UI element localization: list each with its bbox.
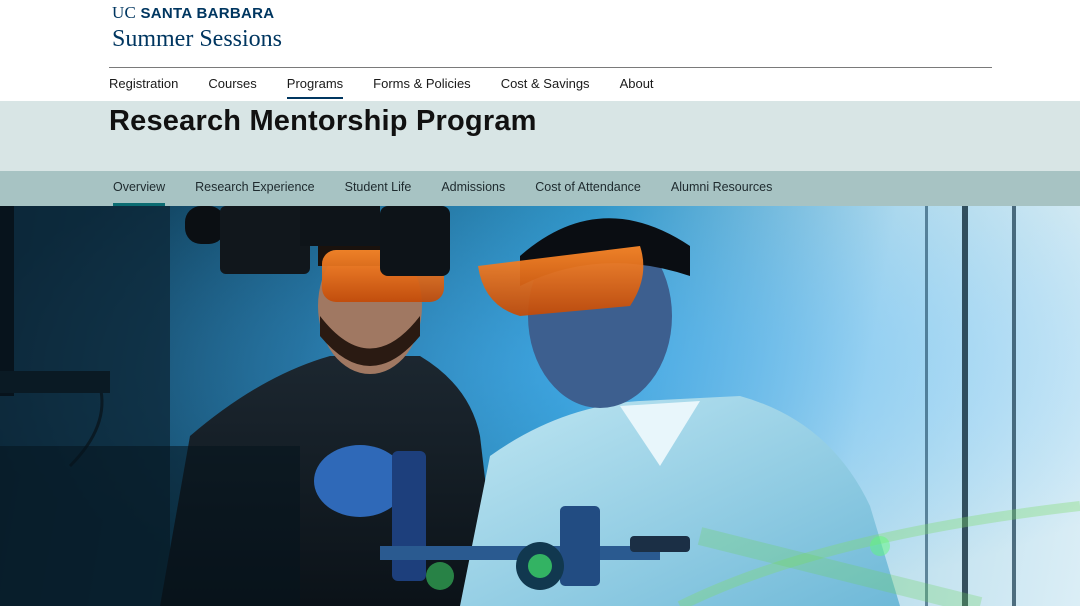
tab-alumni-resources[interactable]: Alumni Resources bbox=[671, 171, 772, 206]
nav-registration[interactable]: Registration bbox=[109, 74, 178, 99]
nav-about[interactable]: About bbox=[620, 74, 654, 99]
nav-courses[interactable]: Courses bbox=[208, 74, 256, 99]
hero-image bbox=[0, 206, 1080, 606]
tab-research-experience[interactable]: Research Experience bbox=[195, 171, 315, 206]
brand-institution: SANTA BARBARA bbox=[140, 5, 275, 22]
section-nav: Overview Research Experience Student Lif… bbox=[0, 171, 1080, 206]
tab-overview[interactable]: Overview bbox=[113, 171, 166, 206]
brand-site-name: Summer Sessions bbox=[112, 26, 283, 52]
title-band: Research Mentorship Program bbox=[0, 101, 1080, 171]
nav-forms-policies[interactable]: Forms & Policies bbox=[373, 74, 471, 99]
tab-student-life[interactable]: Student Life bbox=[345, 171, 412, 206]
site-logo[interactable]: UC SANTA BARBARA Summer Sessions bbox=[112, 4, 282, 54]
page-title: Research Mentorship Program bbox=[109, 105, 537, 137]
nav-programs[interactable]: Programs bbox=[286, 74, 344, 99]
primary-nav: Registration Courses Programs Forms & Po… bbox=[109, 74, 684, 99]
nav-cost-savings[interactable]: Cost & Savings bbox=[501, 74, 590, 99]
tab-admissions[interactable]: Admissions bbox=[441, 171, 505, 206]
header-divider bbox=[109, 67, 992, 68]
brand-line-1: UC SANTA BARBARA bbox=[112, 4, 282, 23]
brand-uc: UC bbox=[112, 3, 137, 22]
tab-cost-of-attendance[interactable]: Cost of Attendance bbox=[535, 171, 641, 206]
lab-photo-illustration bbox=[0, 206, 1080, 606]
